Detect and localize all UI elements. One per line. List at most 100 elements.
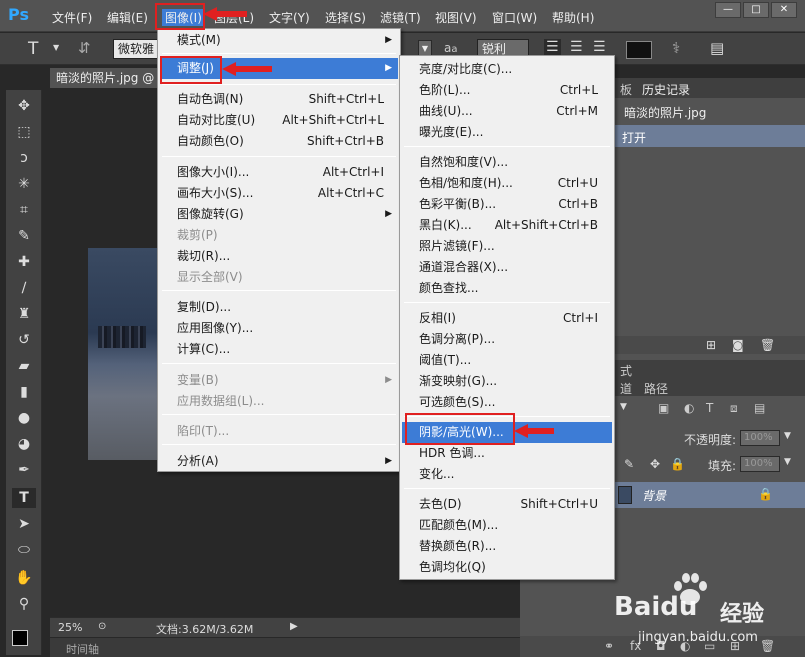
type-filter-icon[interactable]: T (706, 401, 713, 415)
clone-stamp-icon[interactable]: ♜ (12, 304, 36, 324)
smart-object-filter-icon[interactable]: ▤ (754, 401, 765, 415)
fill-field[interactable]: 100% (740, 456, 780, 472)
brush-tool-icon[interactable]: ∕ (12, 278, 36, 298)
adjust-menu-item-14[interactable]: 渐变映射(G)... (402, 371, 612, 392)
tab-history[interactable]: 历史记录 (642, 81, 690, 98)
timeline-label[interactable]: 时间轴 (66, 641, 99, 657)
adjust-menu-item-15[interactable]: 可选颜色(S)... (402, 392, 612, 413)
image-menu-item-3[interactable]: 自动对比度(U) Alt+Shift+Ctrl+L (160, 110, 398, 131)
image-menu-item-17[interactable]: 分析(A) ▶ (160, 451, 398, 472)
magic-wand-icon[interactable]: ✳ (12, 174, 36, 194)
history-brush-icon[interactable]: ↺ (12, 330, 36, 350)
adjust-menu-item-9[interactable]: 通道混合器(X)... (402, 257, 612, 278)
panel-tab-styles-partial[interactable]: 式 (620, 362, 632, 379)
adjust-menu-item-21[interactable]: 替换颜色(R)... (402, 536, 612, 557)
lock-all-icon[interactable]: 🔒 (670, 457, 685, 471)
align-center-icon[interactable]: ☰ (570, 39, 583, 55)
status-arrow-icon[interactable]: ▶ (290, 621, 298, 632)
menu-help[interactable]: 帮助(H) (552, 9, 594, 26)
document-image[interactable] (88, 248, 158, 460)
menu-type[interactable]: 文字(Y) (269, 9, 310, 26)
image-menu-item-2[interactable]: 自动色调(N) Shift+Ctrl+L (160, 89, 398, 110)
foreground-color-swatch[interactable] (12, 630, 28, 646)
adjust-menu-item-7[interactable]: 黑白(K)... Alt+Shift+Ctrl+B (402, 215, 612, 236)
adjustment-filter-icon[interactable]: ◐ (684, 401, 694, 415)
zoom-tool-icon[interactable]: ⚲ (12, 594, 36, 614)
menu-filter[interactable]: 滤镜(T) (380, 9, 421, 26)
adjust-menu-item-3[interactable]: 曝光度(E)... (402, 122, 612, 143)
adjust-menu-item-2[interactable]: 曲线(U)... Ctrl+M (402, 101, 612, 122)
adjust-menu-item-8[interactable]: 照片滤镜(F)... (402, 236, 612, 257)
image-menu-item-7[interactable]: 图像旋转(G) ▶ (160, 204, 398, 225)
image-menu-item-4[interactable]: 自动颜色(O) Shift+Ctrl+B (160, 131, 398, 152)
adjust-menu-item-17[interactable]: HDR 色调... (402, 443, 612, 464)
opacity-dropdown-icon[interactable]: ▼ (784, 431, 791, 441)
adjust-menu-item-11[interactable]: 反相(I) Ctrl+I (402, 308, 612, 329)
new-snapshot-icon[interactable]: ⊞ (706, 338, 716, 352)
ellipse-tool-icon[interactable]: ⬭ (12, 540, 36, 560)
maximize-button[interactable]: □ (743, 2, 769, 18)
image-menu-item-11[interactable]: 复制(D)... (160, 297, 398, 318)
adjust-menu-item-0[interactable]: 亮度/对比度(C)... (402, 59, 612, 80)
align-right-icon[interactable]: ☰ (593, 39, 606, 55)
eyedropper-tool-icon[interactable]: ✎ (12, 226, 36, 246)
adjust-menu-item-12[interactable]: 色调分离(P)... (402, 329, 612, 350)
menu-view[interactable]: 视图(V) (435, 9, 477, 26)
image-menu-item-6[interactable]: 画布大小(S)... Alt+Ctrl+C (160, 183, 398, 204)
font-family-field[interactable]: 微软雅 (113, 39, 158, 59)
menu-edit[interactable]: 编辑(E) (107, 9, 148, 26)
align-left-icon[interactable]: ☰ (544, 39, 561, 55)
warp-text-icon[interactable]: ⚕ (672, 39, 680, 57)
adjust-menu-item-22[interactable]: 色调均化(Q) (402, 557, 612, 578)
marquee-tool-icon[interactable]: ⬚ (12, 122, 36, 142)
shape-filter-icon[interactable]: ⧈ (730, 401, 738, 416)
fill-dropdown-icon[interactable]: ▼ (784, 457, 791, 467)
healing-brush-icon[interactable]: ✚ (12, 252, 36, 272)
adjust-menu-item-6[interactable]: 色彩平衡(B)... Ctrl+B (402, 194, 612, 215)
history-snapshot[interactable]: 暗淡的照片.jpg (624, 104, 706, 121)
crop-tool-icon[interactable]: ⌗ (12, 200, 36, 220)
layer-thumbnail[interactable] (618, 486, 632, 504)
menu-file[interactable]: 文件(F) (52, 9, 92, 26)
hand-tool-icon[interactable]: ✋ (12, 568, 36, 588)
image-menu-item-13[interactable]: 计算(C)... (160, 339, 398, 360)
tab-channels-partial[interactable]: 道 (620, 380, 632, 397)
filter-kind-dropdown[interactable]: ▼ (620, 402, 627, 412)
type-tool-icon[interactable]: T (12, 488, 36, 508)
zoom-level[interactable]: 25% (58, 621, 82, 634)
orientation-toggle-icon[interactable]: ⇵ (78, 39, 91, 57)
adjust-menu-item-5[interactable]: 色相/饱和度(H)... Ctrl+U (402, 173, 612, 194)
lasso-tool-icon[interactable]: ↄ (12, 148, 36, 168)
status-menu-icon[interactable]: ⊙ (98, 621, 106, 632)
adjust-menu-item-1[interactable]: 色阶(L)... Ctrl+L (402, 80, 612, 101)
adjust-menu-item-13[interactable]: 阈值(T)... (402, 350, 612, 371)
path-selection-icon[interactable]: ➤ (12, 514, 36, 534)
opacity-field[interactable]: 100% (740, 430, 780, 446)
image-menu-item-0[interactable]: 模式(M) ▶ (160, 30, 398, 51)
document-tab[interactable]: 暗淡的照片.jpg @ (50, 68, 160, 88)
layer-name[interactable]: 背景 (642, 487, 666, 504)
image-filter-icon[interactable]: ▣ (658, 401, 669, 415)
adjust-menu-item-20[interactable]: 匹配颜色(M)... (402, 515, 612, 536)
lock-pixels-icon[interactable]: ✎ (624, 457, 634, 471)
camera-icon[interactable]: ◙ (732, 338, 744, 352)
gradient-tool-icon[interactable]: ▮ (12, 382, 36, 402)
adjust-menu-item-19[interactable]: 去色(D) Shift+Ctrl+U (402, 494, 612, 515)
type-tool-icon[interactable]: T (28, 39, 38, 59)
move-tool-icon[interactable]: ✥ (12, 96, 36, 116)
dodge-tool-icon[interactable]: ◕ (12, 434, 36, 454)
adjust-menu-item-4[interactable]: 自然饱和度(V)... (402, 152, 612, 173)
adjust-menu-item-18[interactable]: 变化... (402, 464, 612, 485)
menu-window[interactable]: 窗口(W) (492, 9, 537, 26)
text-color-swatch[interactable] (626, 41, 652, 59)
pen-tool-icon[interactable]: ✒ (12, 460, 36, 480)
character-panel-icon[interactable]: ▤ (710, 39, 724, 57)
image-menu-item-9[interactable]: 裁切(R)... (160, 246, 398, 267)
blur-tool-icon[interactable]: ● (12, 408, 36, 428)
panel-tab-partial[interactable]: 板 (620, 81, 632, 98)
eraser-tool-icon[interactable]: ▰ (12, 356, 36, 376)
tab-paths[interactable]: 路径 (644, 380, 668, 397)
trash-icon[interactable]: 🗑 (760, 338, 775, 352)
lock-position-icon[interactable]: ✥ (650, 457, 660, 471)
minimize-button[interactable]: — (715, 2, 741, 18)
